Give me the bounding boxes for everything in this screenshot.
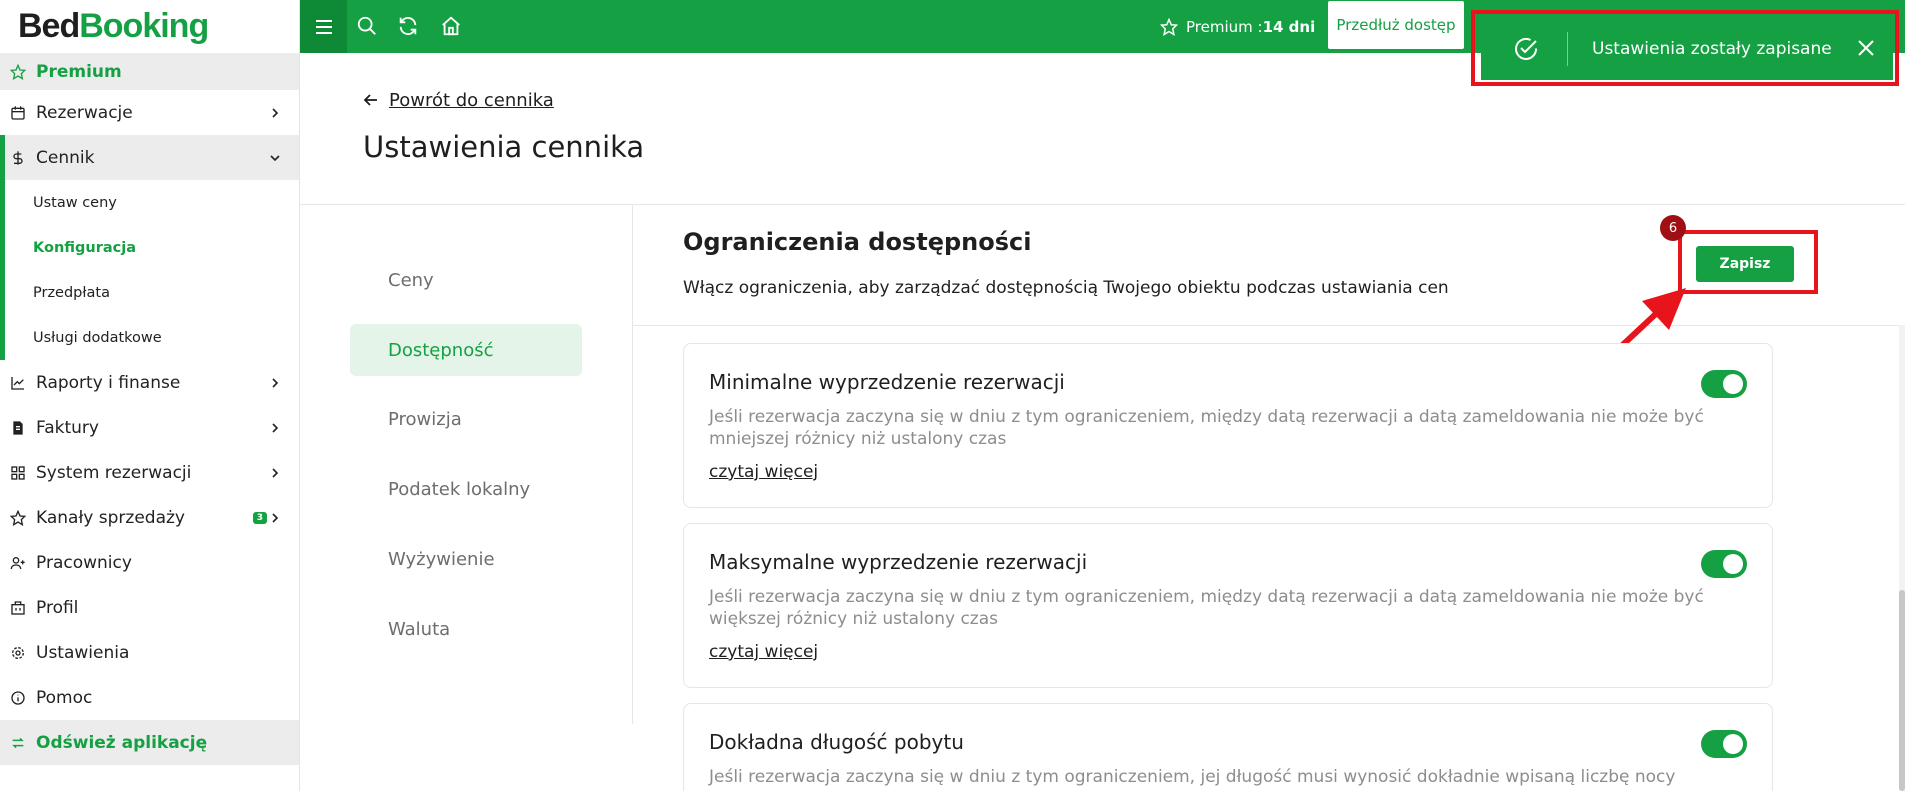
info-icon — [11, 690, 25, 705]
calendar-icon — [11, 105, 25, 120]
sidebar-item-label: Pomoc — [36, 687, 93, 708]
sidebar-subitem-configuration[interactable]: Konfiguracja — [0, 225, 299, 270]
sidebar-item-label: Ustawienia — [36, 642, 130, 663]
sidebar-item-label: Profil — [36, 597, 79, 618]
premium-days: 14 dni — [1262, 17, 1316, 36]
sidebar-item-reservations[interactable]: Rezerwacje — [0, 90, 299, 135]
tab-prices[interactable]: Ceny — [350, 254, 582, 306]
hamburger-icon — [315, 19, 332, 34]
toast-message: Ustawienia zostały zapisane — [1592, 39, 1832, 59]
restriction-card-min-advance: Minimalne wyprzedzenie rezerwacji Jeśli … — [683, 343, 1773, 508]
tab-meals[interactable]: Wyżywienie — [350, 533, 582, 585]
arrow-left-icon — [363, 94, 377, 106]
section-divider — [633, 325, 1905, 326]
refresh-icon[interactable] — [397, 15, 419, 37]
sidebar-subitem-extra-services[interactable]: Usługi dodatkowe — [0, 315, 299, 360]
sidebar-item-employees[interactable]: Pracownicy — [0, 540, 299, 585]
back-link-label: Powrót do cennika — [389, 89, 554, 111]
chevron-down-icon — [270, 154, 280, 161]
read-more-link[interactable]: czytaj więcej — [709, 642, 818, 662]
sales-channels-badge: 3 — [252, 511, 267, 524]
sidebar-subitem-set-prices[interactable]: Ustaw ceny — [0, 180, 299, 225]
home-icon[interactable] — [440, 15, 462, 37]
back-to-pricing-link[interactable]: Powrót do cennika — [363, 87, 554, 113]
card-title: Maksymalne wyprzedzenie rezerwacji — [709, 550, 1088, 574]
logo-booking: Booking — [79, 7, 209, 45]
logo-bed: Bed — [18, 7, 80, 45]
chevron-right-icon — [272, 512, 279, 523]
sidebar-item-help[interactable]: Pomoc — [0, 675, 299, 720]
card-title: Dokładna długość pobytu — [709, 730, 964, 754]
restriction-card-max-advance: Maksymalne wyprzedzenie rezerwacji Jeśli… — [683, 523, 1773, 688]
building-icon — [11, 600, 25, 615]
scrollbar-thumb[interactable] — [1899, 590, 1905, 791]
sidebar-item-sales-channels[interactable]: Kanały sprzedaży 3 — [0, 495, 299, 540]
sidebar-item-booking-system[interactable]: System rezerwacji — [0, 450, 299, 495]
sidebar-item-premium[interactable]: Premium — [0, 53, 299, 90]
sidebar-item-label: Faktury — [36, 417, 99, 438]
sidebar-item-pricing[interactable]: Cennik — [0, 135, 299, 180]
star-icon — [1160, 17, 1178, 36]
sidebar-item-profile[interactable]: Profil — [0, 585, 299, 630]
exact-stay-toggle[interactable] — [1701, 730, 1747, 758]
card-description: Jeśli rezerwacja zaczyna się w dniu z ty… — [709, 587, 1704, 629]
sidebar-item-label: Pracownicy — [36, 552, 132, 573]
restriction-card-exact-stay: Dokładna długość pobytu Jeśli rezerwacja… — [683, 703, 1773, 791]
brand-logo[interactable]: Bed Booking — [0, 0, 299, 53]
sidebar-item-label: Raporty i finanse — [36, 372, 181, 393]
sidebar-item-label: System rezerwacji — [36, 462, 192, 483]
sidebar-item-label: Kanały sprzedaży — [36, 507, 185, 528]
chart-line-icon — [11, 376, 24, 390]
sidebar-item-label: Cennik — [36, 147, 95, 168]
sidebar: Bed Booking Premium Rezerwacje Cennik Ust… — [0, 0, 300, 791]
premium-status: Premium : 14 dni — [1160, 0, 1315, 53]
card-title: Minimalne wyprzedzenie rezerwacji — [709, 370, 1065, 394]
check-circle-icon — [1515, 37, 1538, 60]
chevron-right-icon — [272, 377, 279, 388]
user-plus-icon — [10, 556, 25, 569]
chevron-right-icon — [272, 107, 279, 118]
refresh-icon — [12, 737, 24, 748]
chevron-right-icon — [272, 422, 279, 433]
dollar-icon — [13, 150, 23, 165]
gear-icon — [12, 646, 24, 659]
column-divider — [632, 204, 633, 724]
invoice-icon — [13, 420, 23, 435]
card-description: Jeśli rezerwacja zaczyna się w dniu z ty… — [709, 767, 1676, 787]
sidebar-item-label: Odśwież aplikację — [36, 732, 208, 753]
success-toast: Ustawienia zostały zapisane — [1481, 18, 1893, 80]
section-description: Włącz ograniczenia, aby zarządzać dostęp… — [683, 278, 1449, 298]
tab-local-tax[interactable]: Podatek lokalny — [350, 463, 582, 515]
tab-availability[interactable]: Dostępność — [350, 324, 582, 376]
sidebar-item-label: Rezerwacje — [36, 102, 133, 123]
star-icon — [10, 63, 26, 80]
toast-divider — [1567, 32, 1568, 66]
max-advance-toggle[interactable] — [1701, 550, 1747, 578]
star-icon — [10, 509, 26, 526]
close-icon[interactable] — [1857, 39, 1875, 57]
premium-label: Premium : — [1186, 17, 1263, 36]
tab-currency[interactable]: Waluta — [350, 603, 582, 655]
chevron-right-icon — [272, 467, 279, 478]
save-button[interactable]: Zapisz — [1696, 246, 1794, 282]
menu-toggle-button[interactable] — [300, 0, 347, 53]
grid-icon — [11, 465, 25, 480]
sidebar-subitem-prepayment[interactable]: Przedpłata — [0, 270, 299, 315]
tab-commission[interactable]: Prowizja — [350, 393, 582, 445]
page-title: Ustawienia cennika — [363, 130, 645, 164]
sidebar-item-settings[interactable]: Ustawienia — [0, 630, 299, 675]
search-icon[interactable] — [356, 15, 378, 37]
card-description: Jeśli rezerwacja zaczyna się w dniu z ty… — [709, 407, 1704, 449]
sidebar-item-refresh-app[interactable]: Odśwież aplikację — [0, 720, 299, 765]
sidebar-item-reports[interactable]: Raporty i finanse — [0, 360, 299, 405]
step-marker: 6 — [1660, 215, 1686, 241]
section-title: Ograniczenia dostępności — [683, 228, 1032, 256]
header-divider — [300, 204, 1905, 205]
read-more-link[interactable]: czytaj więcej — [709, 462, 818, 482]
extend-access-button[interactable]: Przedłuż dostęp — [1328, 1, 1464, 49]
sidebar-item-invoices[interactable]: Faktury — [0, 405, 299, 450]
sidebar-item-label: Premium — [36, 61, 122, 82]
min-advance-toggle[interactable] — [1701, 370, 1747, 398]
